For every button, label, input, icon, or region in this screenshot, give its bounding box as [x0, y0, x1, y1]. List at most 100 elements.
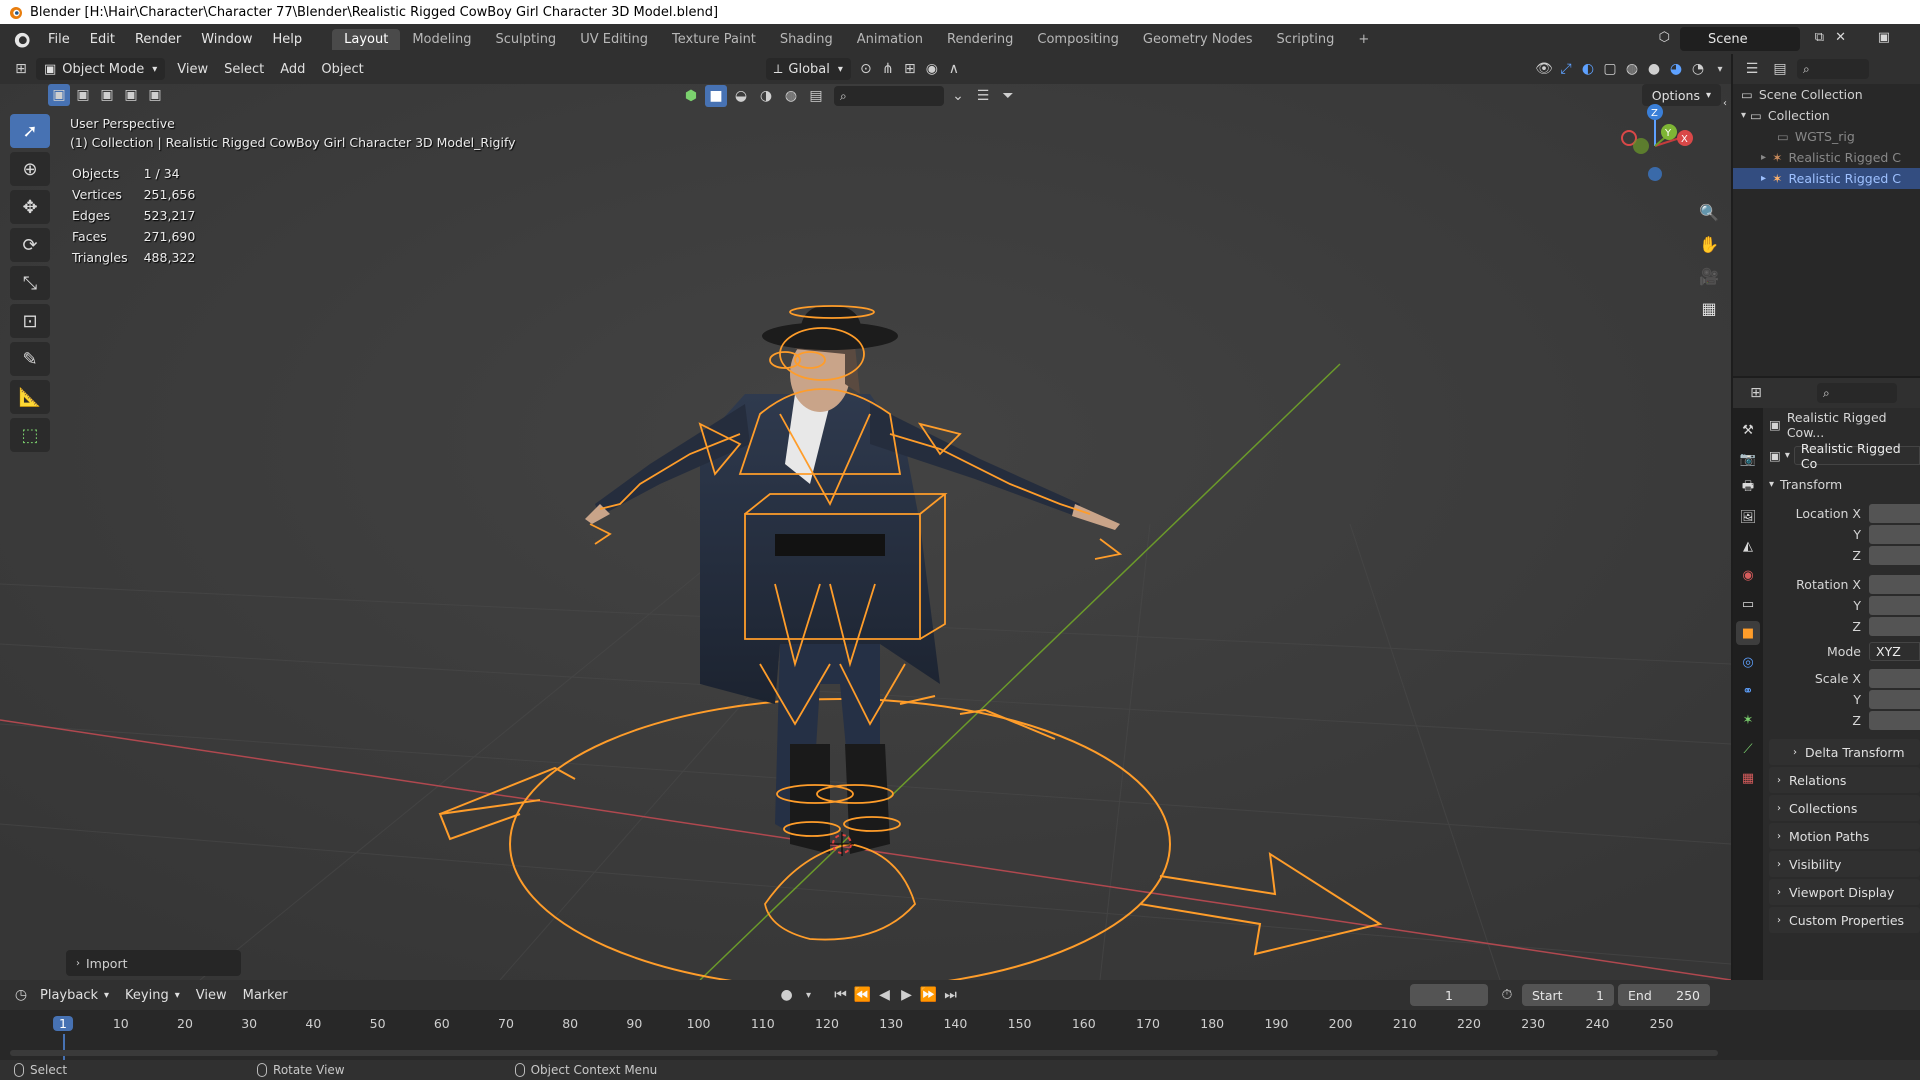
gizmo-neg-y[interactable]	[1633, 138, 1649, 154]
world-tab-icon[interactable]: ◉	[1736, 563, 1760, 587]
menu-render[interactable]: Render	[125, 32, 191, 47]
ortho-toggle-button[interactable]: ▦	[1695, 294, 1723, 322]
jump-end-icon[interactable]: ⏭	[940, 984, 962, 1006]
scene-selector[interactable]: Scene	[1680, 27, 1800, 51]
location-x-field[interactable]	[1869, 504, 1920, 523]
record-icon[interactable]: ●	[776, 984, 798, 1006]
visibility-icon[interactable]: 👁	[1533, 58, 1555, 80]
object-tab-icon[interactable]: ■	[1736, 621, 1760, 645]
scale-tool[interactable]: ⤡	[10, 266, 50, 300]
menu-marker[interactable]: Marker	[235, 984, 296, 1006]
menu-timeline-view[interactable]: View	[188, 984, 235, 1006]
color-wheel-icon[interactable]: ⬢	[680, 85, 702, 107]
tool-tab-icon[interactable]: ⚒	[1736, 418, 1760, 442]
navigation-gizmo[interactable]: Z X Y	[1611, 94, 1711, 184]
next-keyframe-icon[interactable]: ⏩	[918, 984, 940, 1006]
bone-tab-icon[interactable]: ⟋	[1736, 737, 1760, 761]
constraints-tab-icon[interactable]: ⚭	[1736, 679, 1760, 703]
overlay-toggle-icon[interactable]: ◐	[1577, 58, 1599, 80]
timeline-scrollbar[interactable]	[10, 1050, 1718, 1056]
outliner-row-rig-selected[interactable]: ▸ ✶ Realistic Rigged C	[1733, 168, 1920, 189]
object-data-tab-icon[interactable]: ✶	[1736, 708, 1760, 732]
sidebar-toggle-icon[interactable]: ‹	[1723, 98, 1727, 109]
select-new-icon[interactable]: ▣	[48, 84, 70, 106]
new-scene-icon[interactable]: ⧉	[1815, 30, 1824, 45]
workspace-tab-rendering[interactable]: Rendering	[935, 29, 1025, 50]
workspace-tab-scripting[interactable]: Scripting	[1265, 29, 1347, 50]
location-y-field[interactable]	[1869, 525, 1920, 544]
panel-motion-paths[interactable]: › Motion Paths	[1769, 823, 1920, 849]
end-frame-field[interactable]: End 250	[1618, 984, 1710, 1006]
timeline-editor-type-icon[interactable]: ◷	[10, 984, 32, 1006]
collection-tab-icon[interactable]: ▭	[1736, 592, 1760, 616]
menu-edit[interactable]: Edit	[80, 32, 125, 47]
scale-x-field[interactable]	[1869, 669, 1920, 688]
select-box-tool[interactable]: ➚	[10, 114, 50, 148]
outliner-row-wgts[interactable]: ▭ WGTS_rig	[1733, 126, 1920, 147]
delete-scene-icon[interactable]: ✕	[1835, 30, 1846, 45]
world-icon[interactable]: ◍	[780, 85, 802, 107]
shading-material-icon[interactable]: ◕	[1665, 58, 1687, 80]
scene-tab-icon[interactable]: ◭	[1736, 534, 1760, 558]
sort-icon[interactable]: ☰	[972, 85, 994, 107]
shading-solid-icon[interactable]: ●	[1643, 58, 1665, 80]
texture-tab-icon[interactable]: ▦	[1736, 766, 1760, 790]
filter-dropdown-icon[interactable]: ⌄	[947, 85, 969, 107]
workspace-tab-layout[interactable]: Layout	[332, 28, 401, 50]
prev-keyframe-icon[interactable]: ⏪	[852, 984, 874, 1006]
modifier-tab-icon[interactable]: ◎	[1736, 650, 1760, 674]
scale-z-field[interactable]	[1869, 711, 1920, 730]
workspace-tab-uv-editing[interactable]: UV Editing	[568, 29, 660, 50]
workspace-tab-shading[interactable]: Shading	[768, 29, 845, 50]
outliner-search-input[interactable]: ⌕	[1797, 59, 1869, 79]
menu-view[interactable]: View	[169, 58, 216, 80]
chevron-down-icon[interactable]: ▾	[1709, 58, 1731, 80]
outliner-row-collection[interactable]: ▾ ▭ Collection	[1733, 105, 1920, 126]
workspace-tab-modeling[interactable]: Modeling	[400, 29, 483, 50]
start-frame-field[interactable]: Start 1	[1522, 984, 1614, 1006]
transform-tool[interactable]: ⊡	[10, 304, 50, 338]
rotation-z-field[interactable]	[1869, 617, 1920, 636]
menu-keying[interactable]: Keying ▾	[117, 984, 188, 1006]
menu-file[interactable]: File	[38, 32, 80, 47]
scale-y-field[interactable]	[1869, 690, 1920, 709]
xray-icon[interactable]: ▢	[1599, 58, 1621, 80]
camera-view-button[interactable]: 🎥	[1695, 262, 1723, 290]
properties-search-input[interactable]: ⌕	[1817, 383, 1897, 403]
select-invert-icon[interactable]: ▣	[120, 84, 142, 106]
sphere-icon[interactable]: ◒	[730, 85, 752, 107]
gizmo-toggle-icon[interactable]: ⤢	[1555, 58, 1577, 80]
panel-collections[interactable]: › Collections	[1769, 795, 1920, 821]
stopwatch-icon[interactable]: ⏱	[1496, 984, 1518, 1006]
menu-window[interactable]: Window	[191, 32, 262, 47]
select-subtract-icon[interactable]: ▣	[96, 84, 118, 106]
play-icon[interactable]: ▶	[896, 984, 918, 1006]
proportional-edit-icon[interactable]: ◉	[921, 58, 943, 80]
view-layer-tab-icon[interactable]: 🖼	[1736, 505, 1760, 529]
gizmo-neg-z[interactable]	[1648, 167, 1662, 181]
object-data-field[interactable]: Realistic Rigged Co	[1793, 441, 1920, 471]
panel-custom-properties[interactable]: › Custom Properties	[1769, 907, 1920, 933]
workspace-tab-sculpting[interactable]: Sculpting	[483, 29, 568, 50]
outliner-row-scene-collection[interactable]: ▭ Scene Collection	[1733, 84, 1920, 105]
object-type-filter-icon[interactable]: ■	[705, 85, 727, 107]
object-data-row[interactable]: ▣ ▾ Realistic Rigged Co	[1769, 441, 1920, 471]
shading-wireframe-icon[interactable]: ◍	[1621, 58, 1643, 80]
transform-orientation-selector[interactable]: ⟂ Global ▾	[765, 58, 851, 80]
menu-playback[interactable]: Playback ▾	[32, 984, 117, 1006]
menu-select[interactable]: Select	[216, 58, 272, 80]
move-tool[interactable]: ✥	[10, 190, 50, 224]
outliner-row-armature[interactable]: ▸ ✶ Realistic Rigged C	[1733, 147, 1920, 168]
last-operator-panel[interactable]: › Import	[66, 950, 241, 976]
workspace-tab-animation[interactable]: Animation	[845, 29, 935, 50]
funnel-filter-icon[interactable]: ⏷	[997, 85, 1019, 107]
cursor-tool[interactable]: ⊕	[10, 152, 50, 186]
menu-object[interactable]: Object	[313, 58, 371, 80]
pan-button[interactable]: ✋	[1695, 230, 1723, 258]
render-layer-icon[interactable]: ▤	[805, 85, 827, 107]
snap-icon[interactable]: ⋔	[877, 58, 899, 80]
menu-add[interactable]: Add	[272, 58, 313, 80]
pivot-point-icon[interactable]: ⊙	[855, 58, 877, 80]
workspace-tab-compositing[interactable]: Compositing	[1025, 29, 1131, 50]
panel-relations[interactable]: › Relations	[1769, 767, 1920, 793]
